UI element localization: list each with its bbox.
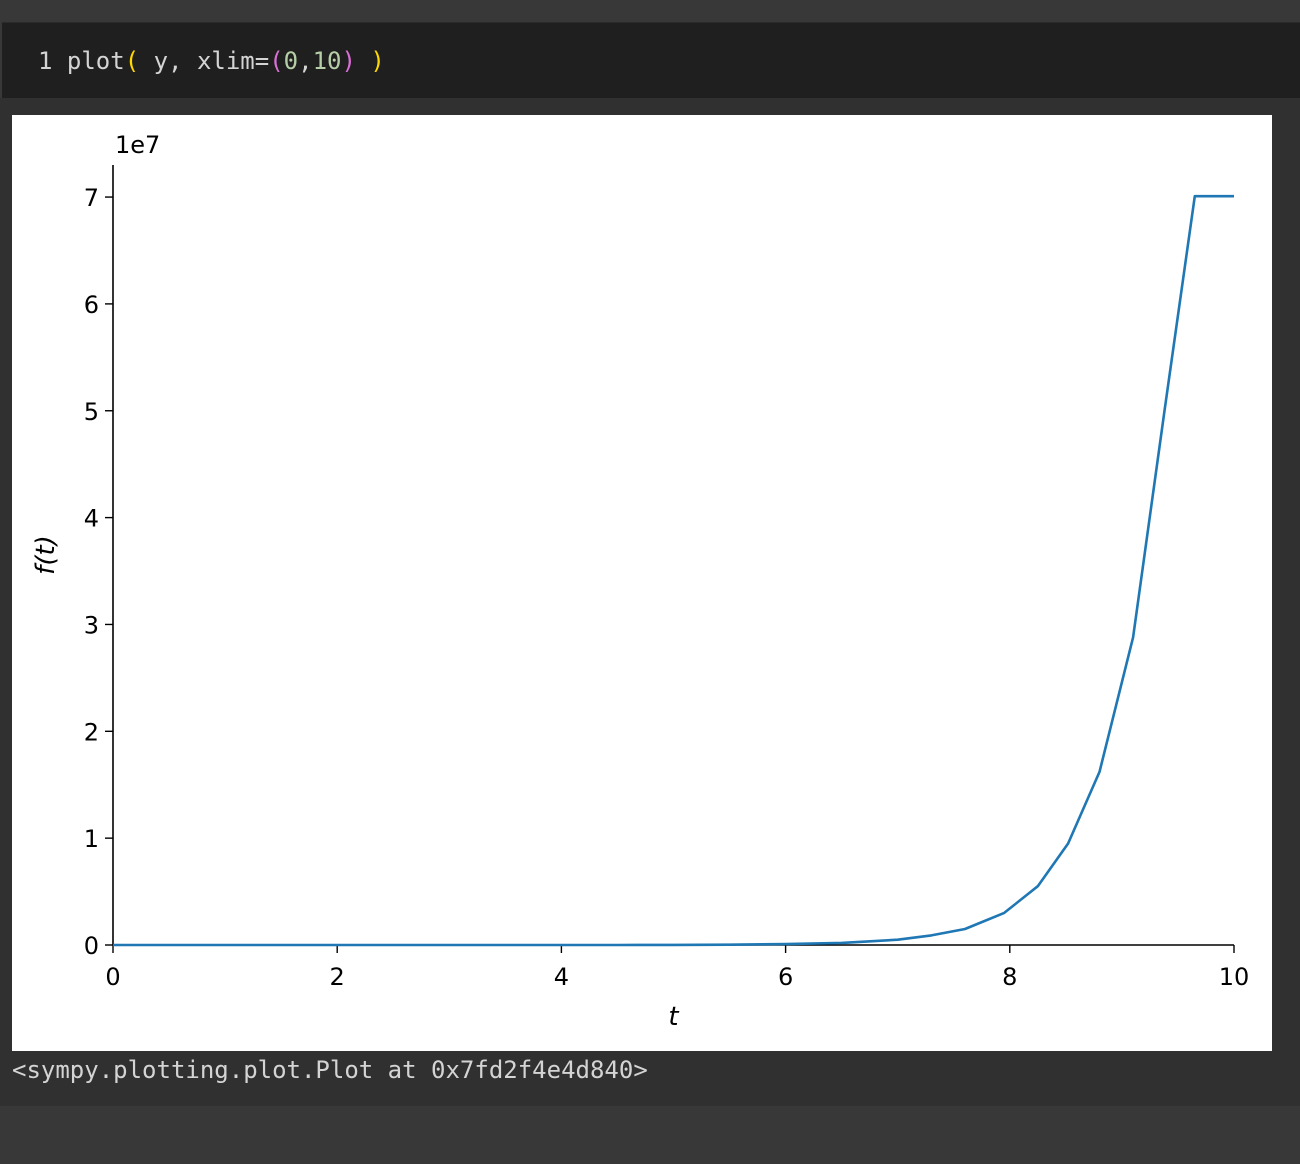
y-tick-label: 7 (84, 184, 99, 212)
x-tick-label: 0 (105, 963, 120, 991)
plot-output: 0 2 4 6 8 10 0 1 2 3 4 5 6 7 1e7 t f(t) (12, 115, 1272, 1051)
code-cell-input[interactable]: 1 plot( y, xlim=(0,10) ) (2, 22, 1300, 98)
output-repr-text: <sympy.plotting.plot.Plot at 0x7fd2f4e4d… (12, 1056, 648, 1084)
y-tick-label: 2 (84, 718, 99, 746)
code-token: ) (370, 47, 385, 75)
code-text[interactable]: plot( y, xlim=(0,10) ) (67, 47, 385, 75)
x-axis-label: t (668, 1002, 679, 1032)
data-series-line (113, 194, 1234, 947)
line-chart: 0 2 4 6 8 10 0 1 2 3 4 5 6 7 1e7 t f(t) (31, 131, 1250, 1032)
code-token: y, xlim= (139, 47, 270, 75)
y-tick-label: 0 (84, 932, 99, 960)
code-token: 10 (312, 47, 342, 75)
code-token: ) (341, 47, 356, 75)
y-tick-label: 4 (84, 505, 99, 533)
x-tick-label: 6 (778, 963, 793, 991)
code-token: , (298, 47, 313, 75)
cell-footer (0, 1106, 1300, 1164)
code-token: plot (66, 47, 125, 75)
code-token: ( (124, 47, 140, 75)
x-tick-label: 4 (554, 963, 569, 991)
y-tick-label: 1 (84, 825, 99, 853)
line-number: 1 (38, 47, 53, 75)
y-tick-label: 3 (84, 611, 99, 639)
x-tick-label: 10 (1219, 963, 1250, 991)
y-tick-label: 5 (84, 398, 99, 426)
y-axis-label: f(t) (31, 535, 61, 575)
code-token: ( (269, 47, 284, 75)
y-tick-label: 6 (84, 291, 99, 319)
code-line[interactable]: 1 plot( y, xlim=(0,10) ) (38, 46, 385, 76)
y-offset-label: 1e7 (115, 131, 160, 159)
x-tick-label: 8 (1002, 963, 1017, 991)
x-tick-label: 2 (330, 963, 345, 991)
code-token: 0 (283, 47, 299, 75)
notebook: 1 plot( y, xlim=(0,10) ) 0 2 4 6 8 10 0 1 2 3 4 5 6 7… (0, 0, 1300, 1164)
